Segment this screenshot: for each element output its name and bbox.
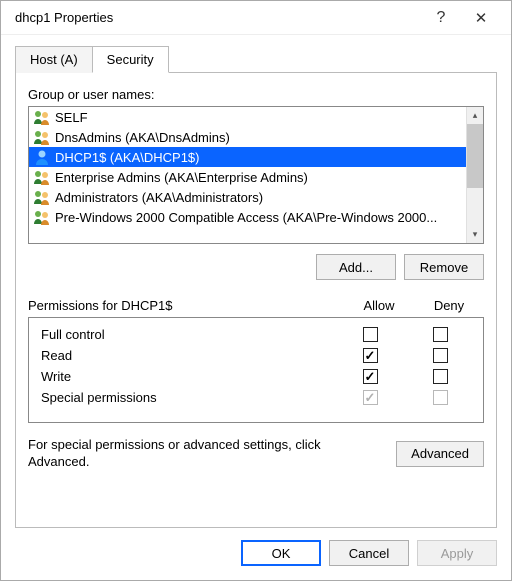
principal-buttons-row: Add... Remove xyxy=(28,254,484,280)
permission-row: Write xyxy=(37,366,475,387)
list-item[interactable]: SELF xyxy=(29,107,466,127)
scroll-thumb[interactable] xyxy=(467,124,483,188)
principal-name: DHCP1$ (AKA\DHCP1$) xyxy=(55,150,200,165)
permissions-box: Full control Read Write Special permissions xyxy=(28,317,484,423)
list-item[interactable]: Administrators (AKA\Administrators) xyxy=(29,187,466,207)
list-item[interactable]: DHCP1$ (AKA\DHCP1$) xyxy=(29,147,466,167)
allow-checkbox[interactable] xyxy=(363,348,378,363)
permission-row: Read xyxy=(37,345,475,366)
cancel-button[interactable]: Cancel xyxy=(329,540,409,566)
tabs-head: Host (A) Security xyxy=(15,45,497,73)
scroll-track[interactable] xyxy=(467,188,483,226)
remove-button[interactable]: Remove xyxy=(404,254,484,280)
tab-body-security: Group or user names: SELF DnsAdmins (AKA\… xyxy=(15,73,497,528)
window-title: dhcp1 Properties xyxy=(15,10,421,25)
scroll-down-arrow[interactable]: ▾ xyxy=(467,226,483,243)
group-icon xyxy=(33,189,51,205)
group-icon xyxy=(33,209,51,225)
principal-name: SELF xyxy=(55,110,88,125)
allow-checkbox[interactable] xyxy=(363,369,378,384)
principal-name: Pre-Windows 2000 Compatible Access (AKA\… xyxy=(55,210,437,225)
deny-checkbox xyxy=(433,390,448,405)
apply-button[interactable]: Apply xyxy=(417,540,497,566)
principal-name: Administrators (AKA\Administrators) xyxy=(55,190,263,205)
permission-name: Full control xyxy=(37,327,335,342)
permission-name: Read xyxy=(37,348,335,363)
listbox-scrollbar[interactable]: ▴ ▾ xyxy=(466,107,483,243)
principal-name: DnsAdmins (AKA\DnsAdmins) xyxy=(55,130,230,145)
permission-name: Special permissions xyxy=(37,390,335,405)
group-icon xyxy=(33,109,51,125)
deny-checkbox[interactable] xyxy=(433,327,448,342)
deny-column-header: Deny xyxy=(414,298,484,313)
scroll-up-arrow[interactable]: ▴ xyxy=(467,107,483,124)
ok-button[interactable]: OK xyxy=(241,540,321,566)
permission-row: Special permissions xyxy=(37,387,475,408)
permissions-title: Permissions for DHCP1$ xyxy=(28,298,344,313)
add-button[interactable]: Add... xyxy=(316,254,396,280)
help-button[interactable]: ? xyxy=(421,9,461,27)
deny-checkbox[interactable] xyxy=(433,369,448,384)
advanced-hint-text: For special permissions or advanced sett… xyxy=(28,437,384,471)
user-icon xyxy=(33,149,51,165)
deny-checkbox[interactable] xyxy=(433,348,448,363)
group-icon xyxy=(33,169,51,185)
list-item[interactable]: Enterprise Admins (AKA\Enterprise Admins… xyxy=(29,167,466,187)
tab-host-a[interactable]: Host (A) xyxy=(15,46,93,73)
allow-column-header: Allow xyxy=(344,298,414,313)
principals-list: SELF DnsAdmins (AKA\DnsAdmins) DHCP1$ (AKA… xyxy=(29,107,466,243)
footer-row: For special permissions or advanced sett… xyxy=(28,437,484,471)
allow-checkbox[interactable] xyxy=(363,327,378,342)
list-item[interactable]: DnsAdmins (AKA\DnsAdmins) xyxy=(29,127,466,147)
dialog-buttons: OK Cancel Apply xyxy=(1,528,511,580)
properties-dialog: dhcp1 Properties ? ✕ Host (A) Security G… xyxy=(0,0,512,581)
group-icon xyxy=(33,129,51,145)
allow-checkbox xyxy=(363,390,378,405)
group-or-user-names-label: Group or user names: xyxy=(28,87,484,102)
list-item[interactable]: Pre-Windows 2000 Compatible Access (AKA\… xyxy=(29,207,466,227)
principals-listbox[interactable]: SELF DnsAdmins (AKA\DnsAdmins) DHCP1$ (AKA… xyxy=(28,106,484,244)
permission-name: Write xyxy=(37,369,335,384)
close-button[interactable]: ✕ xyxy=(461,9,501,27)
permission-row: Full control xyxy=(37,324,475,345)
principal-name: Enterprise Admins (AKA\Enterprise Admins… xyxy=(55,170,308,185)
titlebar: dhcp1 Properties ? ✕ xyxy=(1,1,511,35)
permissions-header: Permissions for DHCP1$ Allow Deny xyxy=(28,298,484,313)
advanced-button[interactable]: Advanced xyxy=(396,441,484,467)
tab-security[interactable]: Security xyxy=(92,46,169,73)
content-area: Host (A) Security Group or user names: S… xyxy=(1,35,511,528)
